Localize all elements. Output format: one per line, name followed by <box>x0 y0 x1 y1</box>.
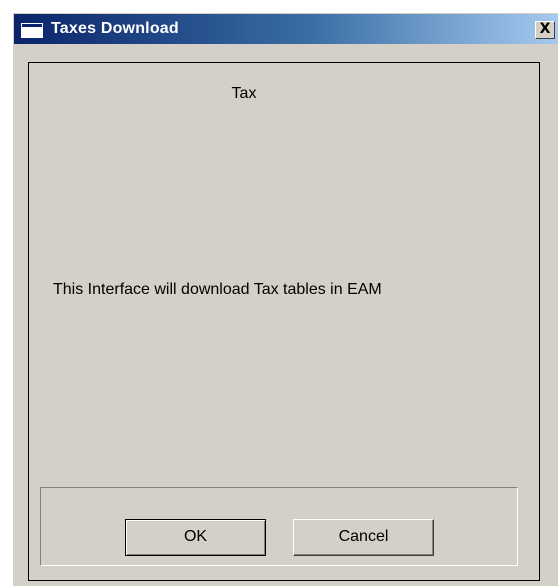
content-panel: Tax This Interface will download Tax tab… <box>28 62 540 581</box>
title-bar[interactable]: Taxes Download X <box>14 14 558 44</box>
ok-button[interactable]: OK <box>125 519 266 556</box>
window-icon <box>21 23 43 38</box>
dialog-window: Taxes Download X Tax This Interface will… <box>12 12 558 586</box>
window-title: Taxes Download <box>51 20 179 37</box>
cancel-button[interactable]: Cancel <box>293 519 434 556</box>
panel-heading: Tax <box>231 85 257 102</box>
button-bar: OK Cancel <box>40 487 518 566</box>
description-text: This Interface will download Tax tables … <box>53 281 382 298</box>
close-button[interactable]: X <box>535 21 555 39</box>
